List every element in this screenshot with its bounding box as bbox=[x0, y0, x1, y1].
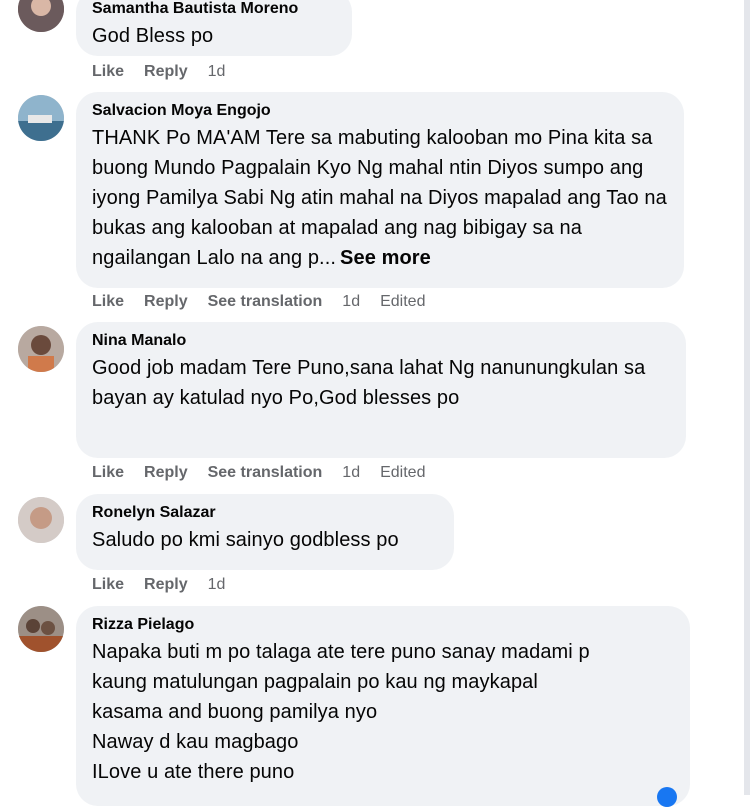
comment-text-line: Naway d kau magbago bbox=[92, 731, 299, 753]
edited-label[interactable]: Edited bbox=[380, 293, 425, 311]
comment-time[interactable]: 1d bbox=[342, 464, 360, 482]
like-button[interactable]: Like bbox=[92, 464, 124, 482]
reply-button[interactable]: Reply bbox=[144, 293, 188, 311]
comment-author[interactable]: Samantha Bautista Moreno bbox=[92, 0, 336, 19]
avatar[interactable] bbox=[18, 0, 64, 32]
avatar[interactable] bbox=[18, 326, 64, 372]
comment-text: Saludo po kmi sainyo godbless po bbox=[92, 529, 399, 551]
reply-button[interactable]: Reply bbox=[144, 63, 188, 81]
comment-actions: Like Reply 1d bbox=[92, 576, 245, 594]
avatar-image bbox=[18, 0, 64, 32]
comment-author[interactable]: Ronelyn Salazar bbox=[92, 503, 438, 523]
comment-author[interactable]: Nina Manalo bbox=[92, 331, 670, 351]
reaction-icon[interactable] bbox=[657, 787, 677, 807]
avatar-image bbox=[18, 95, 64, 141]
comment-text: Good job madam Tere Puno,sana lahat Ng n… bbox=[92, 357, 646, 409]
comment-bubble: Nina Manalo Good job madam Tere Puno,san… bbox=[76, 322, 686, 458]
comment-actions: Like Reply See translation 1d Edited bbox=[92, 464, 445, 482]
comment-text: Napaka buti m po talaga ate tere puno sa… bbox=[92, 637, 674, 787]
comment-author[interactable]: Rizza Pielago bbox=[92, 615, 674, 635]
frame-edge bbox=[744, 0, 750, 795]
like-button[interactable]: Like bbox=[92, 293, 124, 311]
avatar-image bbox=[18, 606, 64, 652]
avatar[interactable] bbox=[18, 95, 64, 141]
edited-label[interactable]: Edited bbox=[380, 464, 425, 482]
comment-text-line: kasama and buong pamilya nyo bbox=[92, 701, 378, 723]
comment-time[interactable]: 1d bbox=[208, 63, 226, 81]
comment-text: THANK Po MA'AM Tere sa mabuting kalooban… bbox=[92, 123, 668, 273]
comment-bubble: Ronelyn Salazar Saludo po kmi sainyo god… bbox=[76, 494, 454, 570]
comment-text: God Bless po bbox=[92, 25, 214, 47]
comment-actions: Like Reply See translation 1d Edited bbox=[92, 293, 445, 311]
comment-bubble: Salvacion Moya Engojo THANK Po MA'AM Ter… bbox=[76, 92, 684, 288]
comment-bubble: Samantha Bautista Moreno God Bless po bbox=[76, 0, 352, 56]
comment-text-line: kaung matulungan pagpalain po kau ng may… bbox=[92, 671, 538, 693]
comment-time[interactable]: 1d bbox=[342, 293, 360, 311]
see-translation-button[interactable]: See translation bbox=[208, 464, 323, 482]
see-more-link[interactable]: See more bbox=[340, 247, 431, 269]
reply-button[interactable]: Reply bbox=[144, 576, 188, 594]
avatar[interactable] bbox=[18, 497, 64, 543]
avatar[interactable] bbox=[18, 606, 64, 652]
reply-button[interactable]: Reply bbox=[144, 464, 188, 482]
avatar-image bbox=[18, 326, 64, 372]
comment-actions: Like Reply 1d bbox=[92, 63, 245, 81]
comment-text-line: Napaka buti m po talaga ate tere puno sa… bbox=[92, 641, 590, 663]
comment-text-line: ILove u ate there puno bbox=[92, 761, 295, 783]
comment-bubble: Rizza Pielago Napaka buti m po talaga at… bbox=[76, 606, 690, 806]
see-translation-button[interactable]: See translation bbox=[208, 293, 323, 311]
avatar-image bbox=[18, 497, 64, 543]
like-button[interactable]: Like bbox=[92, 63, 124, 81]
comment-time[interactable]: 1d bbox=[208, 576, 226, 594]
comment-author[interactable]: Salvacion Moya Engojo bbox=[92, 101, 668, 121]
like-button[interactable]: Like bbox=[92, 576, 124, 594]
